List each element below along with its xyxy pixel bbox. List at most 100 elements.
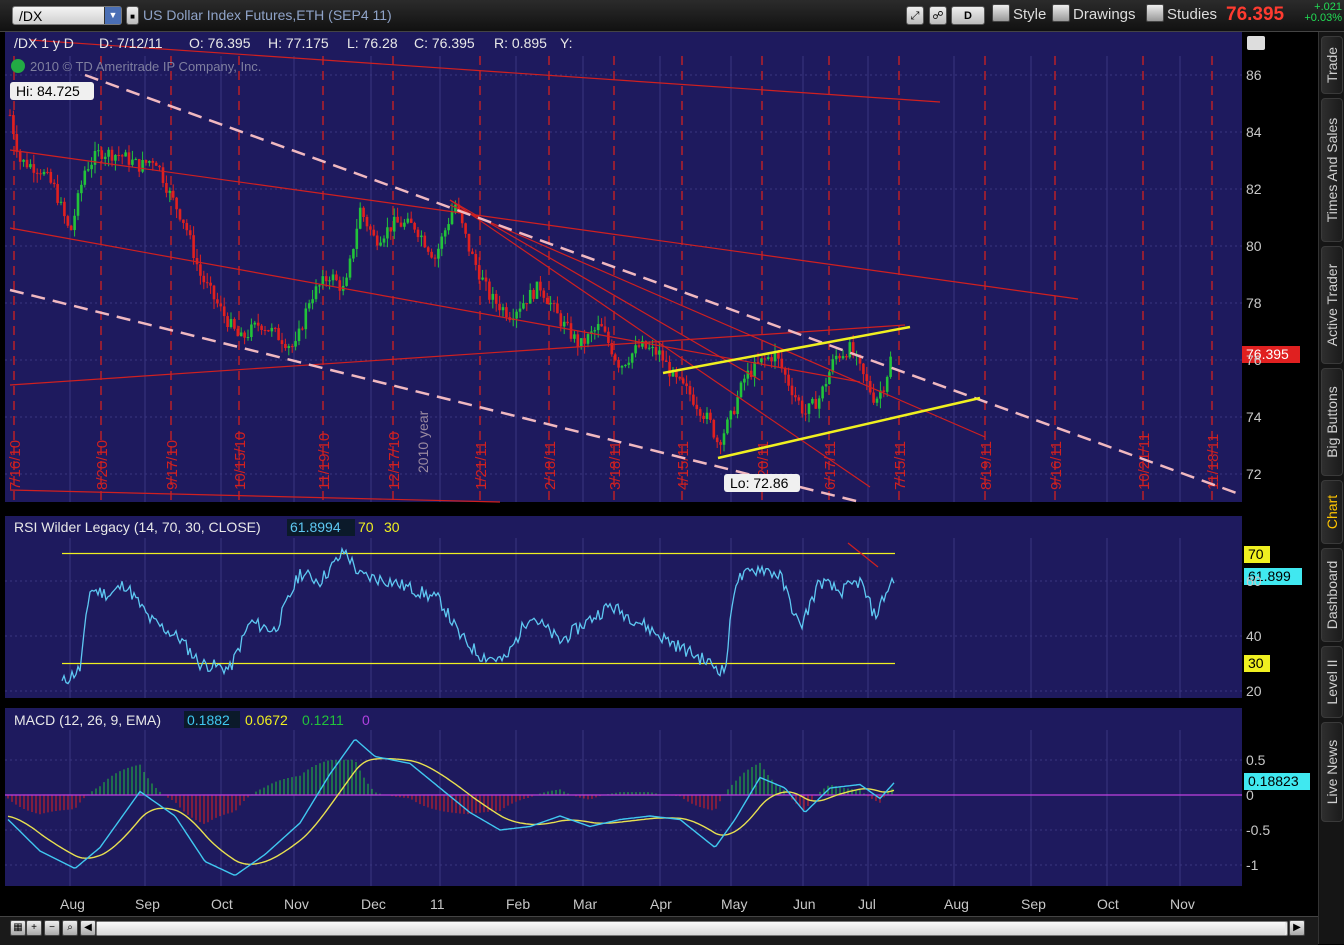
candle-body	[182, 219, 185, 223]
panel-maximize-icon[interactable]	[1247, 36, 1265, 50]
candle-body	[838, 355, 841, 359]
date-marker-label: 8/20/10	[94, 440, 111, 490]
macd-axis-tick: 0	[1246, 787, 1254, 803]
candle-body	[739, 382, 743, 398]
candle-body	[736, 397, 739, 415]
candle-body	[324, 276, 328, 282]
link-icon[interactable]: ☍	[929, 6, 947, 25]
symbol-dropdown-icon[interactable]: ▼	[104, 7, 121, 24]
candle-body	[824, 384, 828, 387]
candle-body	[477, 264, 481, 280]
candle-body	[209, 282, 212, 286]
candle-body	[331, 274, 335, 281]
horizontal-scrollbar[interactable]	[96, 921, 1288, 936]
symbol-link-icon[interactable]: ■	[126, 6, 139, 25]
candle-body	[488, 281, 491, 300]
price-axis-tick: 76	[1246, 352, 1262, 368]
tab-trade[interactable]: Trade	[1321, 36, 1343, 94]
candle-body	[848, 342, 852, 358]
tab-dashboard[interactable]: Dashboard	[1321, 548, 1343, 642]
zoom-reset-icon[interactable]: ⌕	[62, 920, 78, 936]
candle-body	[144, 160, 148, 163]
candle-body	[515, 311, 518, 319]
macd-diff: 0.1211	[302, 712, 344, 728]
candle-body	[297, 328, 301, 342]
candle-body	[437, 248, 440, 259]
period-button[interactable]: D	[951, 6, 985, 25]
tab-active-trader-label: Active Trader	[1324, 263, 1340, 347]
candle-body	[311, 299, 314, 304]
candle-body	[403, 222, 406, 227]
drawings-icon	[1052, 4, 1070, 22]
candle-body	[573, 334, 576, 339]
style-menu[interactable]: Style	[992, 4, 1046, 26]
candle-body	[865, 374, 869, 381]
candle-body	[307, 303, 311, 309]
zoom-out-icon[interactable]: −	[44, 920, 60, 936]
candle-body	[8, 114, 12, 116]
scroll-left-icon[interactable]: ◀	[80, 920, 96, 936]
macd-panel-bg	[5, 708, 1242, 886]
candle-body	[141, 160, 144, 172]
candle-body	[90, 164, 93, 170]
candle-body	[137, 159, 141, 172]
candle-body	[688, 386, 692, 395]
candle-body	[617, 359, 620, 368]
symbol-input[interactable]: /DX ▼	[12, 6, 122, 25]
copyright-text: 2010 © TD Ameritrade IP Company, Inc.	[30, 59, 261, 74]
symbol-text: /DX	[19, 8, 43, 24]
price-axis-tick: 84	[1246, 124, 1262, 140]
candle-body	[797, 397, 801, 401]
chart-svg[interactable]: 7/16/10 8/20/10 9/17/10 10/15/10 11/19/10 12/…	[0, 32, 1318, 916]
drawings-menu[interactable]: Drawings	[1052, 4, 1136, 26]
candle-body	[811, 398, 814, 404]
candle-body	[97, 150, 100, 152]
candle-body	[498, 303, 501, 311]
candle-body	[637, 345, 641, 347]
candle-body	[800, 400, 804, 414]
date-marker-label: 9/17/10	[164, 440, 181, 490]
tab-live-news[interactable]: Live News	[1321, 722, 1343, 822]
tab-level-ii[interactable]: Level II	[1321, 646, 1343, 718]
studies-menu[interactable]: Studies	[1146, 4, 1217, 26]
tab-level-ii-label: Level II	[1324, 659, 1340, 705]
candle-body	[188, 230, 192, 236]
candle-body	[233, 318, 236, 329]
candle-body	[212, 285, 216, 300]
candle-body	[889, 356, 892, 377]
candle-body	[814, 398, 818, 409]
candle-body	[559, 313, 563, 327]
candle-body	[25, 159, 29, 168]
tab-chart[interactable]: Chart	[1321, 480, 1343, 544]
tab-active-trader[interactable]: Active Trader	[1321, 246, 1343, 364]
candle-body	[705, 412, 709, 419]
candle-body	[382, 238, 386, 243]
candle-body	[562, 321, 566, 327]
candle-body	[49, 171, 53, 183]
price-axis-tick: 82	[1246, 181, 1262, 197]
candle-body	[634, 345, 637, 354]
candle-body	[253, 322, 257, 325]
scroll-right-icon[interactable]: ▶	[1289, 920, 1305, 936]
grid-toggle-icon[interactable]: ▦	[10, 920, 26, 936]
expand-icon[interactable]: ⤢	[906, 6, 924, 25]
candle-body	[715, 437, 719, 443]
candle-body	[124, 152, 127, 157]
candle-body	[59, 201, 63, 203]
candle-body	[246, 337, 250, 339]
month-axis-tick: Jul	[858, 896, 876, 912]
candle-body	[491, 293, 495, 300]
tab-big-buttons[interactable]: Big Buttons	[1321, 368, 1343, 476]
candle-body	[447, 224, 450, 231]
candle-body	[426, 247, 430, 252]
candle-body	[668, 361, 671, 377]
candle-body	[450, 211, 454, 225]
zoom-in-icon[interactable]: +	[26, 920, 42, 936]
candle-body	[569, 323, 573, 339]
candle-body	[250, 324, 253, 338]
tab-times-and-sales[interactable]: Times And Sales	[1321, 98, 1343, 242]
month-axis-tick: Aug	[60, 896, 85, 912]
candle-body	[593, 330, 597, 332]
scrollbar-thumb[interactable]	[97, 922, 1285, 935]
price-panel-bg	[5, 32, 1242, 502]
